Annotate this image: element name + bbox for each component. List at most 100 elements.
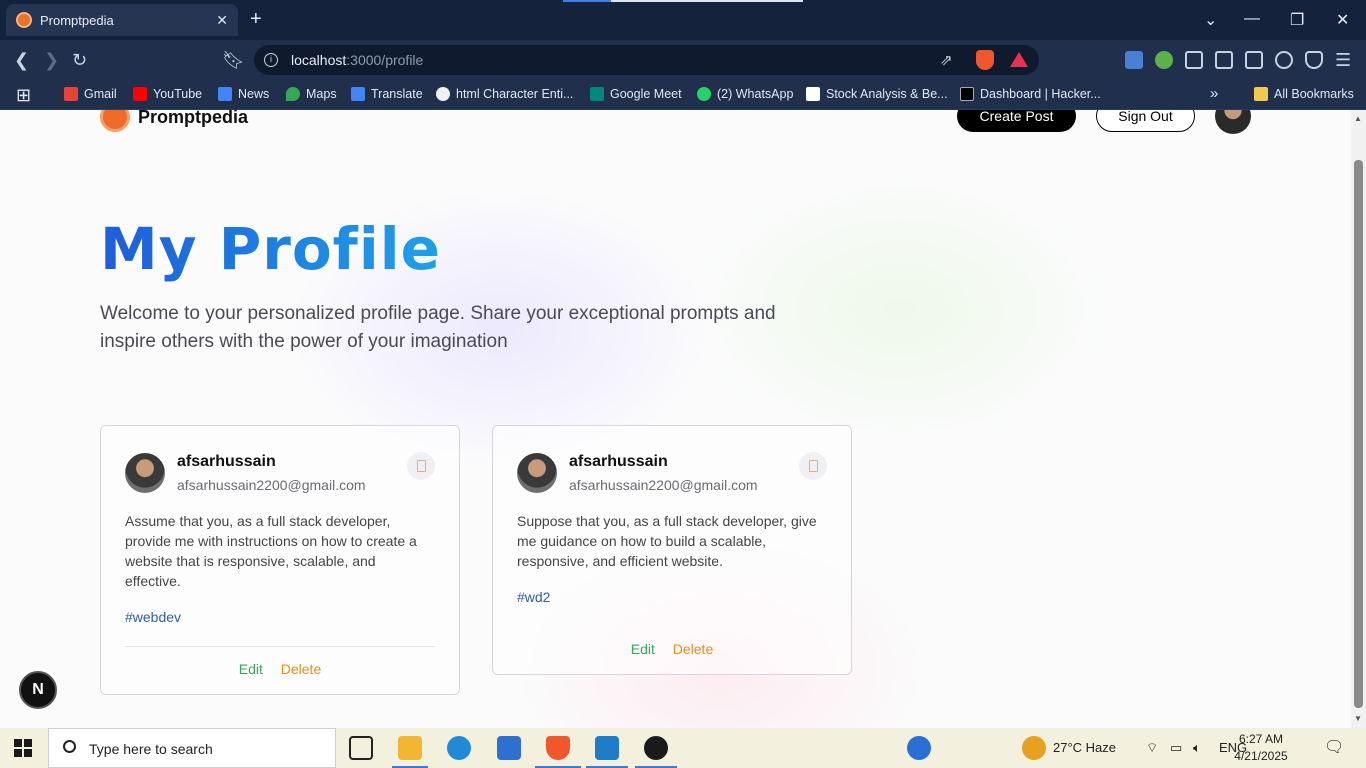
share-icon[interactable]: ⇗: [940, 51, 953, 69]
network-icon[interactable]: ⌔: [1146, 740, 1158, 756]
edge-icon[interactable]: [447, 736, 471, 760]
mail-icon[interactable]: [497, 736, 521, 760]
back-icon[interactable]: ❮: [14, 50, 29, 71]
minimize-button[interactable]: —: [1244, 10, 1260, 28]
edit-button[interactable]: Edit: [239, 661, 263, 677]
close-window-button[interactable]: ✕: [1336, 10, 1349, 30]
browser-tab[interactable]: Promptpedia ✕: [6, 4, 238, 36]
translate-extension-icon[interactable]: [1125, 51, 1143, 69]
leo-ai-icon[interactable]: [1275, 51, 1293, 69]
edit-button[interactable]: Edit: [631, 641, 655, 657]
url-field[interactable]: i localhost:3000/profile ⇗: [254, 45, 1039, 75]
brand-name: Promptpedia: [138, 110, 249, 127]
volume-icon[interactable]: 🔈︎: [1193, 740, 1201, 756]
brave-rewards-icon[interactable]: [1010, 52, 1028, 67]
page-scrollbar[interactable]: ▲ ▼: [1351, 110, 1366, 728]
search-placeholder: Type here to search: [89, 741, 213, 757]
clock-time: 6:27 AM: [1238, 732, 1284, 746]
windows-start-icon[interactable]: [14, 739, 32, 757]
bookmark-news[interactable]: News: [218, 87, 269, 101]
prompt-card: afsarhussain afsarhussain2200@gmail.com …: [100, 425, 460, 695]
card-prompt-text: Assume that you, as a full stack develop…: [125, 513, 417, 589]
promptpedia-favicon-icon: [16, 12, 32, 28]
tab-search-chevron-icon[interactable]: ⌄: [1204, 10, 1217, 30]
sidebar-icon[interactable]: [1215, 51, 1233, 69]
bookmark-html-entities[interactable]: html Character Enti...: [436, 87, 573, 101]
hackerrank-icon: [960, 87, 974, 101]
card-tag[interactable]: #wd2: [517, 589, 550, 605]
bookmarks-bar: ⊞ Gmail YouTube News Maps Translate html…: [0, 80, 1366, 110]
address-bar-row: ❮ ❯ ↻ 🔖︎ i localhost:3000/profile ⇗ ☰: [0, 40, 1366, 80]
bookmark-hackerrank[interactable]: Dashboard | Hacker...: [960, 87, 1101, 101]
prompt-card: afsarhussain afsarhussain2200@gmail.com …: [492, 425, 852, 675]
whatsapp-icon: [697, 87, 711, 101]
restore-button[interactable]: ❐: [1290, 10, 1304, 30]
bookmark-google-meet[interactable]: Google Meet: [590, 87, 682, 101]
menu-icon[interactable]: ☰: [1335, 50, 1351, 71]
page-viewport: Promptpedia Create Post Sign Out My Prof…: [0, 110, 1351, 728]
sign-out-button[interactable]: Sign Out: [1096, 110, 1195, 132]
translate-icon: [351, 87, 365, 101]
meet-icon: [590, 87, 604, 101]
extensions-icon[interactable]: [1185, 51, 1203, 69]
page-title: My Profile: [100, 215, 442, 283]
url-path: :3000/profile: [346, 52, 424, 68]
delete-button[interactable]: Delete: [673, 641, 713, 657]
more-bookmarks-chevron-icon[interactable]: »: [1210, 85, 1218, 102]
maps-icon: [286, 87, 300, 101]
bookmark-translate[interactable]: Translate: [351, 87, 423, 101]
bookmark-page-icon[interactable]: 🔖︎: [222, 50, 245, 71]
help-icon: [436, 87, 450, 101]
scroll-down-icon[interactable]: ▼: [1354, 714, 1362, 723]
reload-icon[interactable]: ↻: [72, 50, 87, 71]
delete-button[interactable]: Delete: [281, 661, 321, 677]
bookmark-stock-analysis[interactable]: Stock Analysis & Be...: [806, 87, 948, 101]
brave-icon[interactable]: [546, 736, 570, 760]
avatar[interactable]: [1215, 110, 1251, 134]
apps-grid-icon[interactable]: ⊞: [16, 85, 31, 106]
site-info-icon[interactable]: i: [264, 53, 278, 67]
copy-icon[interactable]: [799, 452, 827, 480]
card-avatar[interactable]: [125, 453, 165, 493]
notifications-icon[interactable]: 🗨︎: [1324, 737, 1344, 757]
card-username[interactable]: afsarhussain: [177, 453, 276, 471]
bookmark-maps[interactable]: Maps: [286, 87, 337, 101]
all-bookmarks[interactable]: All Bookmarks: [1254, 87, 1354, 101]
create-post-button[interactable]: Create Post: [957, 110, 1076, 132]
task-view-icon[interactable]: [349, 736, 373, 760]
wallet-icon[interactable]: [1245, 51, 1263, 69]
vpn-icon[interactable]: [1305, 51, 1323, 69]
card-divider: [125, 646, 435, 647]
card-email: afsarhussain2200@gmail.com: [569, 477, 758, 493]
bookmark-gmail[interactable]: Gmail: [64, 87, 117, 101]
card-username[interactable]: afsarhussain: [569, 453, 668, 471]
new-tab-button[interactable]: +: [250, 9, 262, 29]
help-icon[interactable]: [907, 736, 931, 760]
scrollbar-thumb[interactable]: [1354, 160, 1363, 708]
mongodb-icon[interactable]: [644, 736, 668, 760]
vscode-icon[interactable]: [595, 736, 619, 760]
weather-icon[interactable]: [1022, 736, 1046, 760]
weather-text[interactable]: 27°C Haze: [1053, 740, 1116, 755]
file-explorer-icon[interactable]: [398, 736, 422, 760]
search-icon: [63, 740, 76, 753]
bookmark-whatsapp[interactable]: (2) WhatsApp: [697, 87, 793, 101]
stock-analysis-icon: [806, 87, 820, 101]
card-tag[interactable]: #webdev: [125, 609, 181, 625]
taskbar-search-input[interactable]: Type here to search: [48, 728, 336, 768]
bookmark-youtube[interactable]: YouTube: [133, 87, 202, 101]
card-avatar[interactable]: [517, 453, 557, 493]
brand-link[interactable]: Promptpedia: [100, 110, 248, 132]
close-tab-icon[interactable]: ✕: [216, 12, 228, 29]
youtube-icon: [133, 87, 147, 101]
nextjs-dev-indicator[interactable]: N: [19, 671, 57, 709]
brave-shields-icon[interactable]: [976, 50, 994, 70]
system-clock[interactable]: 6:27 AM 4/21/2025: [1226, 731, 1296, 765]
scroll-up-icon[interactable]: ▲: [1354, 114, 1362, 123]
copy-icon[interactable]: [407, 452, 435, 480]
clock-date: 4/21/2025: [1234, 749, 1288, 763]
forward-icon[interactable]: ❯: [44, 50, 59, 71]
add-extension-icon[interactable]: [1155, 51, 1173, 69]
battery-icon[interactable]: ▭: [1170, 740, 1182, 756]
promptpedia-logo-icon: [100, 110, 130, 132]
